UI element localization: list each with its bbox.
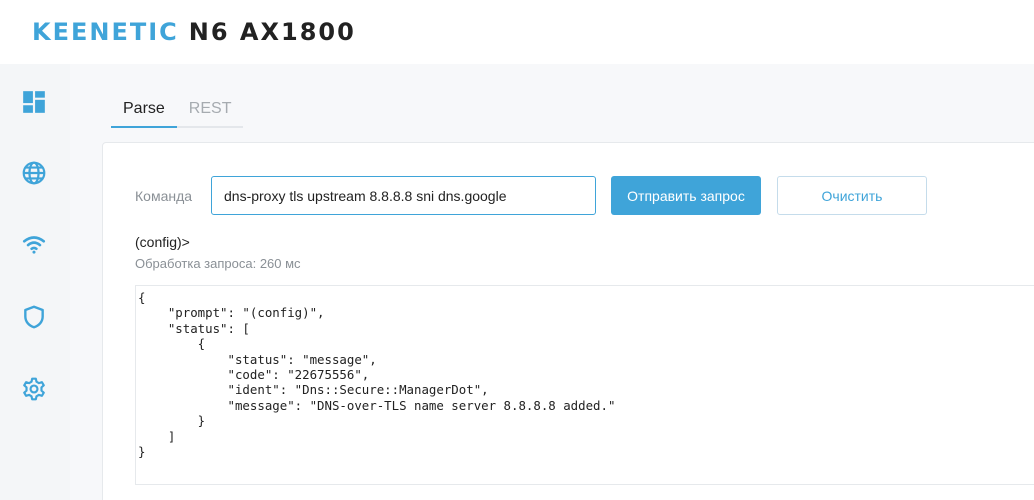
sidebar-item-dashboard[interactable] bbox=[20, 88, 48, 116]
clear-button[interactable]: Очистить bbox=[777, 176, 927, 215]
tab-parse[interactable]: Parse bbox=[111, 94, 177, 128]
main-content: Parse REST Команда Отправить запрос Очис… bbox=[70, 64, 1034, 500]
send-request-button[interactable]: Отправить запрос bbox=[611, 176, 761, 215]
output-line: "code": "22675556", bbox=[138, 367, 370, 383]
response-output[interactable]: { "prompt": "(config)", "status": [ { "s… bbox=[135, 285, 1034, 485]
globe-icon bbox=[22, 161, 46, 185]
brand-model: N6 AX1800 bbox=[188, 18, 356, 46]
tab-rest[interactable]: REST bbox=[177, 94, 244, 126]
sidebar-item-settings[interactable] bbox=[20, 375, 48, 403]
command-label: Команда bbox=[135, 188, 193, 204]
output-line: "ident": "Dns::Secure::ManagerDot", bbox=[138, 382, 489, 398]
output-line: "message": "DNS-over-TLS name server 8.8… bbox=[138, 397, 616, 413]
processing-time: Обработка запроса: 260 мс bbox=[135, 256, 301, 271]
app-header: KEENETIC N6 AX1800 bbox=[0, 0, 1034, 64]
wifi-icon bbox=[22, 236, 46, 254]
prompt-text: (config)> bbox=[135, 234, 190, 250]
sidebar bbox=[0, 64, 70, 500]
output-line: { bbox=[138, 290, 146, 305]
cli-panel: Команда Отправить запрос Очистить (confi… bbox=[102, 142, 1034, 500]
output-line: } bbox=[138, 444, 146, 460]
tab-bar: Parse REST bbox=[111, 94, 244, 128]
sidebar-item-wifi[interactable] bbox=[20, 230, 48, 258]
output-line: } bbox=[138, 413, 206, 429]
dashboard-icon bbox=[23, 91, 45, 113]
sidebar-item-security[interactable] bbox=[20, 303, 48, 331]
sidebar-item-internet[interactable] bbox=[20, 159, 48, 187]
brand-name: KEENETIC bbox=[32, 18, 179, 46]
output-line: "status": [ bbox=[138, 320, 250, 336]
output-line: "status": "message", bbox=[138, 351, 377, 367]
response-json: { "prompt": "(config)", "status": [ { "s… bbox=[138, 290, 1034, 459]
output-line: "prompt": "(config)", bbox=[138, 305, 325, 321]
output-line: ] bbox=[138, 428, 176, 444]
command-input[interactable] bbox=[211, 176, 596, 215]
shield-icon bbox=[24, 305, 44, 329]
gear-icon bbox=[23, 377, 45, 401]
brand-logo[interactable]: KEENETIC N6 AX1800 bbox=[32, 17, 356, 47]
output-line: { bbox=[138, 336, 206, 352]
